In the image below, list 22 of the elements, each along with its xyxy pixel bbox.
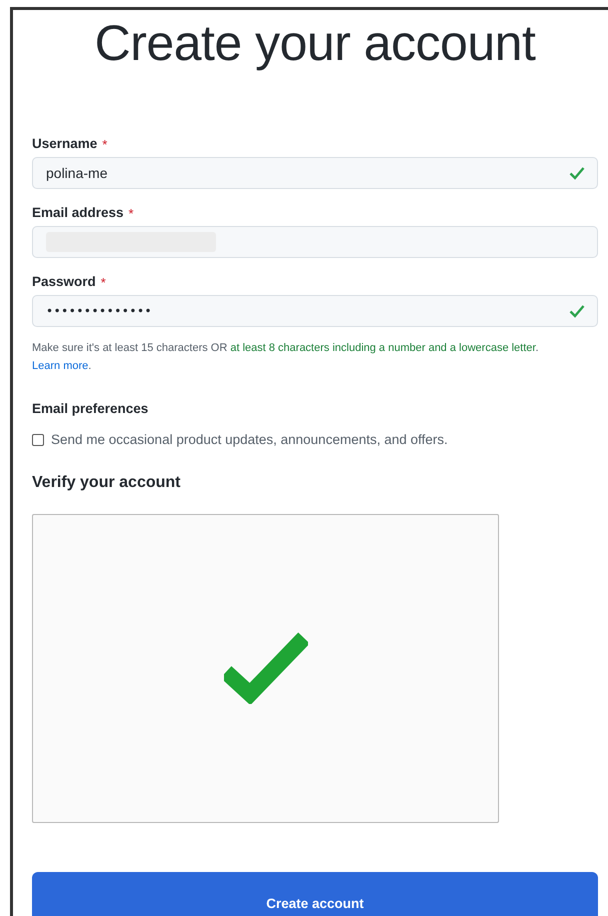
required-mark: * xyxy=(100,274,106,292)
create-account-button[interactable]: Create account xyxy=(32,872,598,916)
required-mark: * xyxy=(128,204,134,223)
page-title: Create your account xyxy=(94,18,536,68)
input-field[interactable]: polina-me xyxy=(32,157,598,190)
checkmark-icon xyxy=(569,166,585,180)
field-label: Password xyxy=(32,273,96,292)
required-mark: * xyxy=(102,136,108,154)
input-field[interactable]: •••••••••••••• xyxy=(32,295,598,328)
section-heading: Verify your account xyxy=(32,472,182,493)
checkbox[interactable] xyxy=(32,434,44,446)
password-hint: Make sure it's at least 15 characters OR at least 8 characters including a number and a lowercase letter. Learn more. xyxy=(32,341,540,374)
checkmark-icon xyxy=(569,304,585,318)
password-value: •••••••••••••• xyxy=(46,303,152,320)
field-label: Email address xyxy=(32,204,124,222)
checkbox-label: Send me occasional product updates, announcements, and offers. xyxy=(51,430,448,449)
section-heading: Email preferences xyxy=(32,400,150,418)
input-field[interactable] xyxy=(32,226,598,258)
field-label: Username xyxy=(32,135,98,154)
learn-more-link[interactable]: Learn more xyxy=(32,360,88,372)
input-value: polina-me xyxy=(46,164,108,183)
captcha-panel[interactable] xyxy=(32,514,499,823)
